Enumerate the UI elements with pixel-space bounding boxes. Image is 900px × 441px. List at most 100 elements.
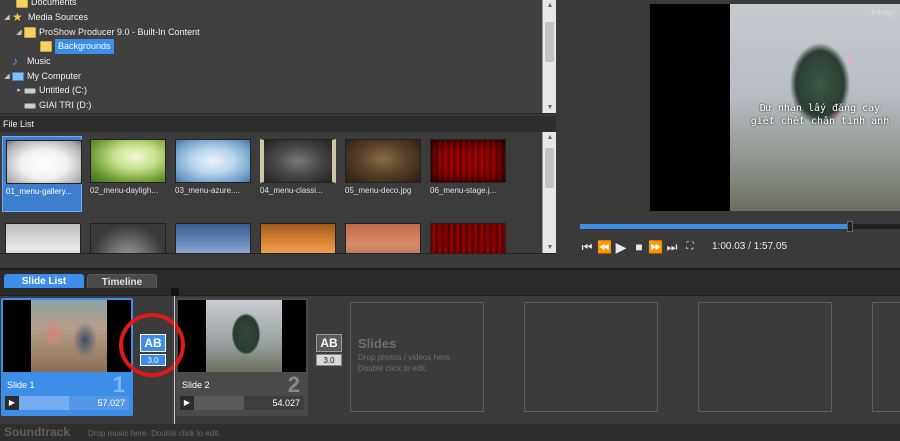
file-list-scrollbar[interactable]: ▲ ▼ bbox=[542, 132, 556, 253]
star-icon: ★ bbox=[12, 10, 23, 24]
tree-item-label: Media Sources bbox=[28, 12, 89, 22]
slides-placeholder-title: Slides bbox=[358, 336, 397, 351]
tree-item-drive-c[interactable]: ▸ Untitled (C:) bbox=[14, 83, 87, 98]
slide-thumbnail bbox=[3, 300, 131, 372]
collapse-arrow-icon[interactable]: ◢ bbox=[2, 69, 12, 84]
file-thumbnail[interactable] bbox=[172, 220, 252, 253]
file-thumbnail[interactable] bbox=[87, 220, 167, 253]
empty-slide-slot[interactable] bbox=[872, 302, 900, 412]
tree-item-label: ProShow Producer 9.0 - Built-In Content bbox=[39, 27, 200, 37]
slides-placeholder-hint: Double click to edit. bbox=[358, 364, 428, 373]
file-thumbnail[interactable]: 06_menu-stage.j... bbox=[427, 136, 507, 212]
skip-to-end-icon[interactable]: ⏭ bbox=[665, 240, 679, 254]
file-thumbnail-image bbox=[90, 223, 166, 253]
slide-duration[interactable]: 54.027 bbox=[244, 396, 304, 410]
drive-icon bbox=[24, 102, 36, 109]
empty-slide-slot[interactable] bbox=[698, 302, 832, 412]
scrollbar-thumb[interactable] bbox=[545, 148, 554, 188]
preview-window[interactable]: # insta_ Dự nhận lấy đắng cay giết chết … bbox=[650, 4, 900, 211]
file-thumbnail-image bbox=[345, 223, 421, 253]
file-list-title: File List bbox=[0, 116, 556, 132]
file-thumbnail-image bbox=[6, 140, 82, 184]
scroll-down-arrow-icon[interactable]: ▼ bbox=[543, 242, 556, 253]
slide-number: 2 bbox=[287, 372, 300, 397]
scroll-up-arrow-icon[interactable]: ▲ bbox=[543, 132, 556, 144]
slide-name: Slide 2 bbox=[182, 380, 210, 390]
file-thumbnail[interactable] bbox=[257, 220, 337, 253]
preview-caption-line1: Dự nhận lấy đắng cay bbox=[759, 103, 881, 114]
file-thumbnail-image bbox=[430, 139, 506, 183]
file-thumbnail[interactable] bbox=[342, 220, 422, 253]
playhead-handle[interactable] bbox=[171, 288, 179, 296]
file-thumbnail[interactable]: 04_menu-classi... bbox=[257, 136, 337, 212]
slide-photo bbox=[31, 300, 107, 372]
slide-thumbnail bbox=[178, 300, 306, 372]
tree-item-label: Documents bbox=[31, 0, 77, 7]
slide-card[interactable]: 1 Slide 1 ▶ 57.027 bbox=[1, 298, 133, 416]
scroll-down-arrow-icon[interactable]: ▼ bbox=[543, 102, 556, 113]
slide-play-icon[interactable]: ▶ bbox=[180, 396, 194, 410]
file-thumbnail[interactable]: 01_menu-gallery... bbox=[2, 136, 82, 212]
skip-to-start-icon[interactable]: ⏮ bbox=[580, 240, 594, 254]
scrollbar-thumb[interactable] bbox=[545, 22, 554, 62]
slide-duration[interactable]: 57.027 bbox=[69, 396, 129, 410]
slide-photo bbox=[206, 300, 282, 372]
tree-item-documents[interactable]: Documents bbox=[6, 0, 77, 10]
slide-name: Slide 1 bbox=[7, 380, 35, 390]
file-name: 05_menu-deco.jpg bbox=[345, 186, 412, 195]
file-thumbnail-image bbox=[260, 139, 336, 183]
seek-bar[interactable] bbox=[580, 221, 900, 232]
stop-icon[interactable]: ■ bbox=[632, 240, 646, 254]
file-thumbnail[interactable] bbox=[427, 220, 507, 253]
file-thumbnail[interactable]: 05_menu-deco.jpg bbox=[342, 136, 422, 212]
fast-forward-icon[interactable]: ⏩ bbox=[648, 240, 663, 254]
tree-item-label: Untitled (C:) bbox=[39, 85, 88, 95]
tree-item-label: Backgrounds bbox=[55, 39, 114, 54]
time-ruler[interactable] bbox=[0, 288, 900, 296]
transition-duration[interactable]: 3.0 bbox=[316, 354, 342, 366]
collapse-arrow-icon[interactable]: ◢ bbox=[2, 10, 12, 25]
fullscreen-icon[interactable]: ⛶ bbox=[683, 240, 697, 254]
music-note-icon: ♪ bbox=[12, 54, 18, 68]
playhead-line bbox=[174, 296, 175, 441]
tree-item-drive-d[interactable]: GIAI TRI (D:) bbox=[14, 98, 91, 113]
slide-controls: ▶ 57.027 bbox=[5, 396, 129, 410]
slide-play-icon[interactable]: ▶ bbox=[5, 396, 19, 410]
file-thumbnail-image bbox=[430, 223, 506, 253]
empty-slide-slot[interactable] bbox=[524, 302, 658, 412]
file-thumbnail-image bbox=[5, 223, 81, 253]
file-name: 02_menu-dayligh... bbox=[90, 186, 159, 195]
playhead[interactable] bbox=[171, 288, 179, 441]
file-name: 01_menu-gallery... bbox=[6, 187, 72, 196]
scroll-up-arrow-icon[interactable]: ▲ bbox=[543, 0, 556, 12]
play-icon[interactable]: ▶ bbox=[614, 240, 628, 254]
file-thumbnail-image bbox=[90, 139, 166, 183]
soundtrack-row[interactable]: Soundtrack Drop music here. Double click… bbox=[0, 424, 900, 441]
drive-icon bbox=[24, 87, 36, 94]
file-thumbnail-image bbox=[175, 223, 251, 253]
folder-icon bbox=[16, 0, 28, 8]
tree-item-backgrounds[interactable]: Backgrounds bbox=[30, 39, 114, 54]
soundtrack-hint: Drop music here. Double click to edit. bbox=[88, 429, 221, 438]
tree-item-my-computer[interactable]: ◢ My Computer bbox=[2, 69, 81, 84]
seek-handle[interactable] bbox=[846, 221, 853, 232]
tree-item-media-sources[interactable]: ◢ ★ Media Sources bbox=[2, 10, 88, 25]
file-thumbnail-image bbox=[260, 223, 336, 253]
preview-caption-line2: giết chết chân tình anh bbox=[750, 116, 890, 127]
transition-button[interactable]: AB 3.0 bbox=[316, 334, 342, 366]
expand-arrow-icon[interactable]: ▸ bbox=[14, 83, 24, 98]
tree-item-label: GIAI TRI (D:) bbox=[39, 100, 92, 110]
soundtrack-title: Soundtrack bbox=[4, 425, 71, 439]
rewind-icon[interactable]: ⏪ bbox=[597, 240, 612, 254]
tree-item-music[interactable]: ♪ Music bbox=[2, 54, 51, 69]
file-thumbnail[interactable] bbox=[2, 220, 82, 253]
tree-scrollbar[interactable]: ▲ ▼ bbox=[542, 0, 556, 113]
tree-item-proshow-content[interactable]: ◢ ProShow Producer 9.0 - Built-In Conten… bbox=[14, 25, 200, 40]
slide-card[interactable]: 2 Slide 2 ▶ 54.027 bbox=[176, 298, 308, 416]
seek-bar-progress bbox=[580, 224, 850, 229]
file-thumbnail[interactable]: 03_menu-azure.... bbox=[172, 136, 252, 212]
tree-item-label: Music bbox=[27, 56, 51, 66]
computer-icon bbox=[12, 72, 24, 81]
collapse-arrow-icon[interactable]: ◢ bbox=[14, 25, 24, 40]
file-thumbnail[interactable]: 02_menu-dayligh... bbox=[87, 136, 167, 212]
